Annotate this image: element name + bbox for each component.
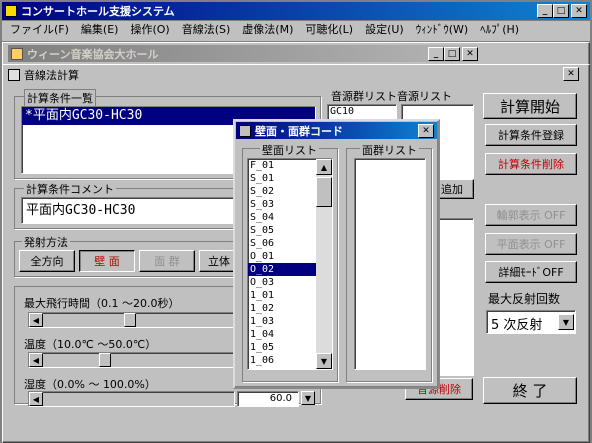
face-group-list[interactable] [354,158,426,370]
wall-list-label: 壁面リスト [260,142,319,158]
chevron-down-icon[interactable]: ▼ [558,314,574,330]
face-group-label: 面群リスト [360,142,419,158]
scroll-thumb[interactable] [316,177,332,207]
source-group-item[interactable]: GC10 [328,105,396,118]
temperature-slider[interactable]: ◀ [28,352,235,368]
menu-image-method[interactable]: 虚像法(M) [236,21,299,39]
max-reflection-value: 5 次反射 [491,318,543,333]
dialog-titlebar: 壁面・面群コード [236,122,437,139]
start-calculation-button[interactable]: 計算開始 [483,93,577,119]
max-reflection-select[interactable]: 5 次反射 ▼ [486,310,576,334]
doc-minimize-button[interactable]: _ [428,47,444,61]
register-condition-button[interactable]: 計算条件登録 [485,124,577,146]
doc-maximize-button[interactable]: □ [444,47,460,61]
slider-left-arrow[interactable]: ◀ [29,313,43,327]
calc-close-button[interactable]: ✕ [563,67,579,81]
app-minimize-button[interactable]: _ [537,4,553,18]
temperature-label: 温度（10.0℃ ～50.0℃） [24,338,157,351]
menu-help[interactable]: ﾍﾙﾌﾟ(H) [474,21,525,39]
calc-titlebar: 音線法計算 [5,66,587,83]
app-maximize-button[interactable]: □ [553,4,569,18]
menu-operation[interactable]: 操作(O) [124,21,175,39]
doc-titlebar: ウィーン音楽協会大ホール [8,45,478,62]
menu-edit[interactable]: 編集(E) [75,21,125,39]
menu-settings[interactable]: 設定(U) [359,21,410,39]
scroll-up-icon[interactable]: ▲ [316,159,332,175]
wall-list-scrollbar[interactable]: ▲ ▼ [316,159,332,369]
menu-window[interactable]: ｳｨﾝﾄﾞｳ(W) [410,21,474,39]
doc-icon [11,47,23,60]
doc-title: ウィーン音楽協会大ホール [27,47,159,61]
slider-left-arrow[interactable]: ◀ [29,353,43,367]
plane-display-button[interactable]: 平面表示 OFF [485,233,577,255]
app-title: コンサートホール支援システム [21,5,175,18]
slider-thumb[interactable] [99,353,111,367]
menu-auralization[interactable]: 可聴化(L) [299,21,359,39]
humidity-slider[interactable]: ◀ [28,391,235,407]
app-titlebar: コンサートホール支援システム [2,2,590,20]
detail-mode-button[interactable]: 詳細ﾓｰﾄﾞOFF [485,261,577,283]
humidity-spin-icon[interactable]: ▼ [301,391,315,405]
slider-thumb[interactable] [124,313,136,327]
emission-label: 発射方法 [22,234,70,250]
calc-title: 音線法計算 [24,68,79,82]
delete-condition-button[interactable]: 計算条件削除 [485,153,577,175]
emission-group-button[interactable]: 面 群 [139,250,195,272]
max-flight-slider[interactable]: ◀ [28,312,235,328]
calc-icon [8,68,20,81]
dialog-icon [239,124,251,137]
menu-ray-method[interactable]: 音線法(S) [176,21,237,39]
comment-label: 計算条件コメント [24,181,116,197]
emission-all-button[interactable]: 全方向 [19,250,75,272]
outline-display-button[interactable]: 輪郭表示 OFF [485,204,577,226]
dialog-title: 壁面・面群コード [255,124,343,138]
app-icon [5,5,17,17]
doc-close-button[interactable]: ✕ [462,47,478,61]
conditions-label: 計算条件一覧 [24,89,96,107]
max-flight-label: 最大飛行時間（0.1 ～20.0秒） [24,297,180,310]
menu-file[interactable]: ファイル(F) [4,21,75,39]
dialog-close-button[interactable]: ✕ [418,124,434,138]
humidity-value[interactable]: 60.0 [237,391,299,407]
humidity-label: 湿度（0.0% ～ 100.0%） [24,378,156,391]
wall-list[interactable]: F_01 S_01 S_02 S_03 S_04 S_05 S_06 O_01 … [247,158,333,370]
app-close-button[interactable]: ✕ [571,4,587,18]
end-button[interactable]: 終 了 [483,377,577,404]
slider-left-arrow[interactable]: ◀ [29,392,43,406]
menu-bar: ファイル(F) 編集(E) 操作(O) 音線法(S) 虚像法(M) 可聴化(L)… [2,21,590,41]
max-reflection-label: 最大反射回数 [488,292,561,306]
source-list-label: 音源群リスト音源リスト [329,88,454,104]
emission-wall-button[interactable]: 壁 面 [79,250,135,272]
scroll-down-icon[interactable]: ▼ [316,353,332,369]
